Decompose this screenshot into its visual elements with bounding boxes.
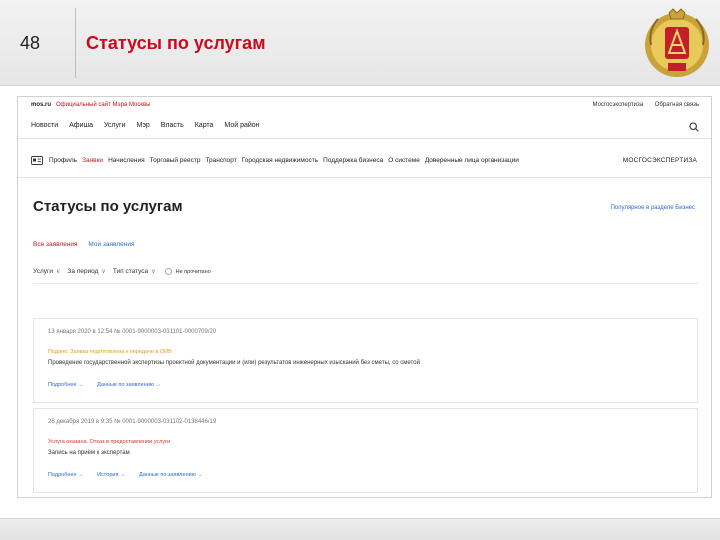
chevron-down-icon: ∨ — [56, 269, 61, 275]
request-card[interactable]: 26 декабря 2019 в 9:35 № 0001-9000003-03… — [33, 408, 698, 493]
subnav-item-requests[interactable]: Заявки — [82, 157, 103, 164]
slide-title: Статусы по услугам — [86, 33, 266, 53]
slide-divider — [75, 8, 76, 78]
nav-item-government[interactable]: Власть — [161, 122, 184, 129]
filter-period[interactable]: За период ∨ — [67, 268, 105, 275]
divider — [33, 283, 698, 284]
nav-item-afisha[interactable]: Афиша — [69, 122, 93, 129]
main-nav: Новости Афиша Услуги Мэр Власть Карта Мо… — [31, 122, 269, 129]
tab-all-requests[interactable]: Все заявления — [33, 241, 78, 248]
profile-card-icon — [31, 156, 43, 165]
nav-item-services[interactable]: Услуги — [104, 122, 126, 129]
filter-bar: Услуги ∨ За период ∨ Тип статуса ∨ Не прочи… — [33, 268, 211, 275]
subnav-item-profile[interactable]: Профиль — [49, 157, 77, 164]
unread-toggle[interactable] — [164, 268, 172, 275]
subnav-item-about[interactable]: О системе — [388, 157, 420, 164]
chevron-down-icon: ∨ — [101, 269, 106, 275]
details-link[interactable]: Подробнее → — [48, 382, 84, 388]
request-data-link[interactable]: Данные по заявлению → — [97, 382, 161, 388]
chevron-down-icon: ∨ — [151, 269, 156, 275]
request-tabs: Все заявления Мои заявления — [33, 241, 135, 248]
filter-status-type[interactable]: Тип статуса ∨ — [113, 268, 156, 275]
request-description: Запись на приём к экспертам — [48, 450, 130, 456]
subnav-item-business-support[interactable]: Поддержка бизнеса — [323, 157, 383, 164]
subnav-item-transport[interactable]: Транспорт — [205, 157, 236, 164]
slide-footer — [0, 518, 720, 540]
request-links: Подробнее → История → Данные по заявлени… — [48, 472, 215, 478]
divider — [18, 177, 711, 178]
status-badge: Подано. Заявка подготовлена к передаче в… — [48, 349, 172, 355]
request-meta: 13 января 2020 в 12:54 № 0001-9000003-03… — [48, 329, 217, 335]
request-links: Подробнее → Данные по заявлению → — [48, 382, 173, 388]
nav-item-map[interactable]: Карта — [195, 122, 214, 129]
brand-caption: Официальный сайт Мэра Москвы — [56, 102, 151, 108]
organization-name: МОСГОСЭКСПЕРТИЗА — [622, 157, 697, 164]
page-title: Статусы по услугам — [33, 198, 183, 215]
nav-item-mayor[interactable]: Мэр — [136, 122, 149, 129]
unread-label: Не прочитано — [175, 268, 211, 275]
details-link[interactable]: Подробнее → — [48, 472, 84, 478]
tab-my-requests[interactable]: Мои заявления — [88, 241, 134, 248]
request-description: Проведение государственной экспертизы пр… — [48, 360, 420, 366]
request-card[interactable]: 13 января 2020 в 12:54 № 0001-9000003-03… — [33, 318, 698, 403]
popular-business-link[interactable]: Популярное в разделе Бизнес — [611, 205, 695, 211]
sub-nav: Профиль Заявки Начисления Торговый реест… — [31, 156, 524, 165]
subnav-item-trusted-persons[interactable]: Доверенные лица организации — [425, 157, 519, 164]
website-screenshot: mos.ru Официальный сайт Мэра Москвы Мосго… — [17, 96, 712, 498]
request-data-link[interactable]: Данные по заявлению → — [139, 472, 203, 478]
top-link-feedback[interactable]: Обратная связь — [655, 102, 699, 108]
status-badge: Услуга оказана. Отказ в предоставлении у… — [48, 439, 171, 445]
subnav-item-charges[interactable]: Начисления — [108, 157, 145, 164]
emblem-icon — [645, 8, 709, 77]
subnav-item-city-property[interactable]: Городская недвижимость — [242, 157, 318, 164]
brand-logo[interactable]: mos.ru — [31, 102, 51, 108]
slide-number: 48 — [20, 33, 41, 53]
top-links: Мосгосэкспертиза Обратная связь — [583, 102, 700, 108]
nav-item-my-district[interactable]: Мой район — [224, 122, 259, 129]
site-topbar: mos.ru Официальный сайт Мэра Москвы — [31, 102, 150, 108]
nav-item-news[interactable]: Новости — [31, 122, 58, 129]
search-icon[interactable] — [689, 122, 699, 132]
top-link-mosgosexpertiza[interactable]: Мосгосэкспертиза — [593, 102, 644, 108]
subnav-item-trade-registry[interactable]: Торговый реестр — [150, 157, 201, 164]
filter-services[interactable]: Услуги ∨ — [33, 268, 60, 275]
slide-header: 48 Статусы по услугам — [0, 0, 720, 86]
divider — [18, 138, 711, 139]
history-link[interactable]: История → — [97, 472, 125, 478]
request-meta: 26 декабря 2019 в 9:35 № 0001-9000003-03… — [48, 419, 217, 425]
